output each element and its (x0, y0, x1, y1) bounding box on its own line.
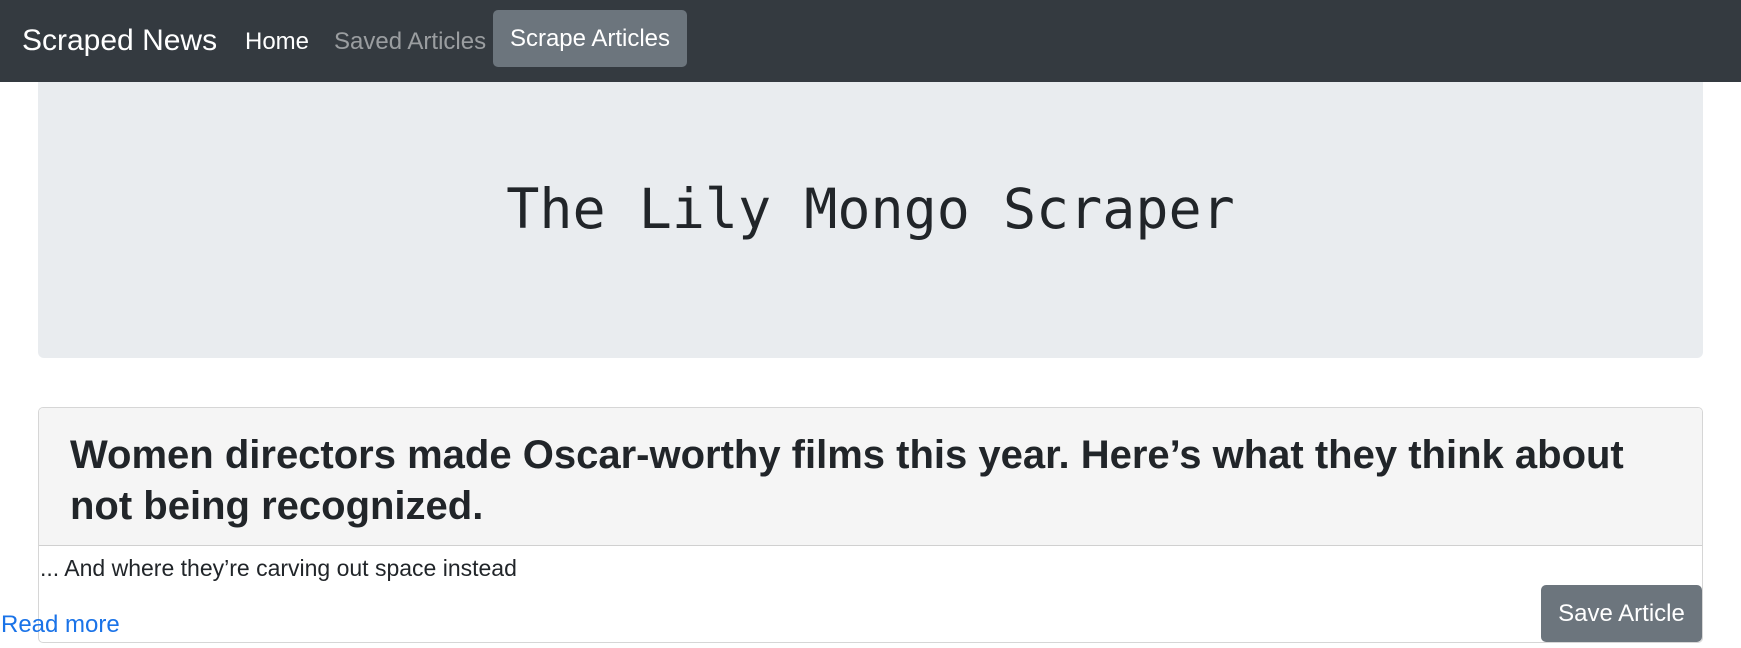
article-headline: Women directors made Oscar-worthy films … (70, 433, 1624, 528)
navbar: Scraped News Home Saved Articles Scrape … (0, 0, 1741, 82)
nav-saved-articles-link[interactable]: Saved Articles (334, 26, 486, 58)
article-card: Women directors made Oscar-worthy films … (38, 407, 1703, 643)
save-article-button[interactable]: Save Article (1541, 585, 1702, 642)
jumbotron: The Lily Mongo Scraper (38, 82, 1703, 358)
brand-link[interactable]: Scraped News (22, 22, 217, 60)
nav-home-link[interactable]: Home (245, 26, 309, 58)
article-summary: ... And where they’re carving out space … (40, 555, 517, 581)
read-more-link[interactable]: Read more (1, 610, 120, 640)
article-card-header: Women directors made Oscar-worthy films … (39, 408, 1702, 546)
scrape-articles-button[interactable]: Scrape Articles (493, 10, 687, 67)
page-title: The Lily Mongo Scraper (506, 177, 1235, 241)
